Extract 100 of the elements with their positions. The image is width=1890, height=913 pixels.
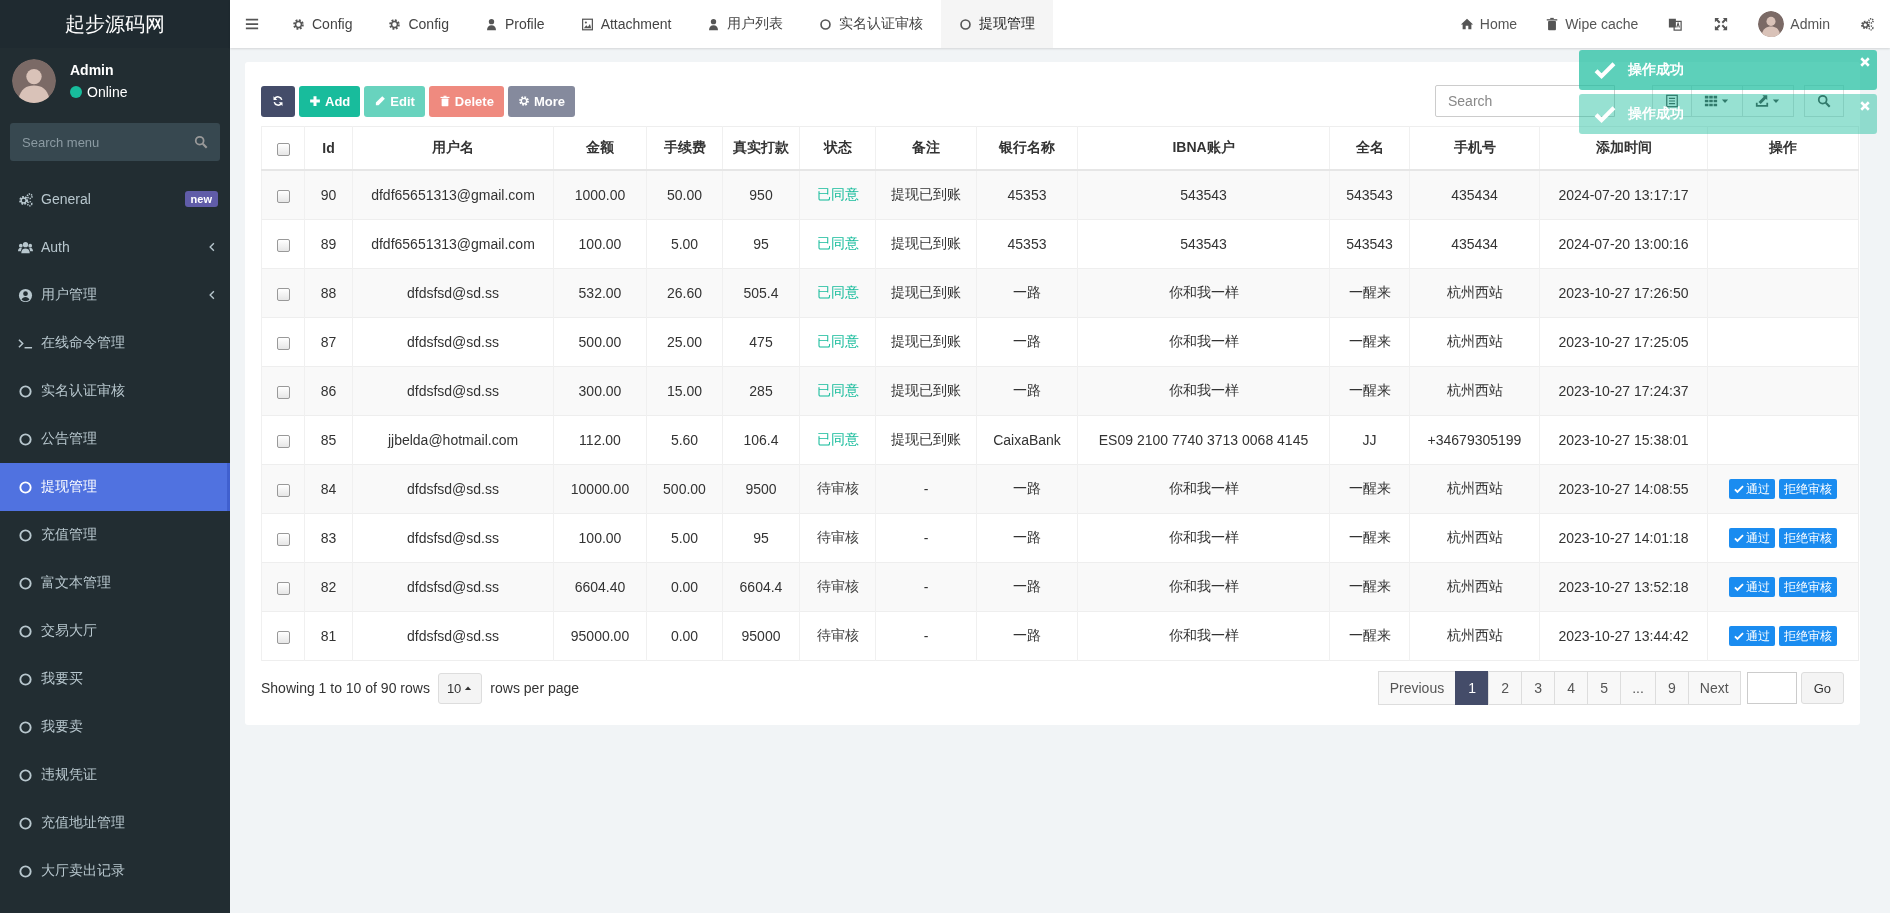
- pagination-summary: Showing 1 to 10 of 90 rows: [261, 680, 430, 696]
- sidebar-item[interactable]: 富文本管理: [0, 559, 230, 607]
- row-checkbox[interactable]: [276, 189, 290, 203]
- user-menu[interactable]: Admin: [1744, 0, 1844, 48]
- nav-link[interactable]: Wipe cache: [1531, 0, 1653, 48]
- trash-icon: [438, 95, 451, 107]
- table-cell: 475: [749, 334, 773, 350]
- page-button[interactable]: Next: [1687, 671, 1741, 705]
- sidebar-item[interactable]: 用户管理: [0, 271, 230, 319]
- row-checkbox[interactable]: [276, 287, 290, 301]
- column-header: 添加时间: [1595, 139, 1652, 155]
- sidebar-item[interactable]: 在线命令管理: [0, 319, 230, 367]
- sidebar-item[interactable]: 充值管理: [0, 511, 230, 559]
- table-cell: 已同意: [816, 235, 859, 251]
- column-header: 手续费: [663, 139, 706, 155]
- circle-icon: [819, 17, 833, 31]
- grid-icon: [1704, 94, 1718, 108]
- column-header: 状态: [823, 139, 852, 155]
- table-cell: 你和我一样: [1168, 284, 1239, 300]
- table-cell: 提现已到账: [891, 333, 961, 349]
- sidebar-item[interactable]: 公告管理: [0, 415, 230, 463]
- table-cell: 505.4: [743, 285, 779, 301]
- row-checkbox[interactable]: [276, 532, 290, 546]
- tab[interactable]: Config: [370, 0, 467, 48]
- page-button[interactable]: 4: [1554, 671, 1589, 705]
- fullscreen-icon[interactable]: [1714, 17, 1729, 31]
- check-icon: [1734, 484, 1744, 494]
- page-button[interactable]: 2: [1488, 671, 1523, 705]
- row-checkbox[interactable]: [276, 434, 290, 448]
- page-jump-field[interactable]: [1746, 672, 1797, 704]
- table-cell: 543543: [1346, 236, 1393, 252]
- row-checkbox[interactable]: [276, 238, 290, 252]
- search-field[interactable]: Search menu: [10, 123, 220, 161]
- tab[interactable]: 用户列表: [689, 0, 802, 48]
- circle-icon: [18, 767, 33, 783]
- row-checkbox[interactable]: [276, 385, 290, 399]
- sidebar-item[interactable]: 提现管理: [0, 463, 230, 511]
- close-icon[interactable]: [1859, 100, 1871, 112]
- page-button[interactable]: 1: [1455, 671, 1490, 705]
- row-checkbox[interactable]: [276, 483, 290, 497]
- table-cell: dfdf65651313@gmail.com: [371, 187, 535, 203]
- page-button[interactable]: 9: [1654, 671, 1689, 705]
- table-cell: 你和我一样: [1168, 578, 1239, 594]
- gear-icon: [292, 17, 305, 31]
- gears-icon[interactable]: [1860, 17, 1874, 31]
- page-size-dropdown[interactable]: 10: [437, 672, 483, 704]
- table-cell: 杭州西站: [1446, 627, 1503, 643]
- go-button[interactable]: Go: [1800, 672, 1844, 704]
- user-status: Online: [87, 84, 128, 100]
- nav-link[interactable]: Home: [1445, 0, 1532, 48]
- circle-icon: [18, 623, 33, 639]
- page-button[interactable]: ...: [1620, 671, 1656, 705]
- sidebar-item[interactable]: 实名认证审核: [0, 367, 230, 415]
- sidebar-item[interactable]: General new: [0, 175, 230, 223]
- table-cell: dfdsfsd@sd.ss: [407, 628, 499, 644]
- table-cell: 6604.4: [739, 579, 783, 595]
- sidebar-item[interactable]: 充值地址管理: [0, 799, 230, 847]
- table-cell: 5.60: [670, 432, 699, 448]
- table-cell: 已同意: [816, 186, 859, 202]
- search-field[interactable]: Search: [1435, 85, 1615, 117]
- page-button[interactable]: 3: [1521, 671, 1556, 705]
- sidebar-item[interactable]: 我要卖: [0, 703, 230, 751]
- close-icon[interactable]: [1859, 56, 1871, 68]
- circle-icon: [959, 17, 973, 31]
- table-cell: 81: [320, 628, 337, 644]
- refresh-button[interactable]: [261, 85, 295, 117]
- circle-icon: [18, 575, 33, 591]
- translate-icon[interactable]: [1668, 17, 1683, 31]
- table-cell: jjbelda@hotmail.com: [387, 432, 519, 448]
- row-checkbox[interactable]: [276, 630, 290, 644]
- sidebar-item[interactable]: 我要买: [0, 655, 230, 703]
- tab[interactable]: Config: [274, 0, 371, 48]
- table-cell: 0.00: [670, 579, 699, 595]
- select-all-checkbox[interactable]: [276, 142, 290, 156]
- sidebar-item[interactable]: 交易大厅: [0, 607, 230, 655]
- page-button[interactable]: Previous: [1377, 671, 1457, 705]
- sidebar-item[interactable]: 大厅卖出记录: [0, 847, 230, 895]
- menu-icon[interactable]: [245, 17, 259, 31]
- page-button[interactable]: 5: [1587, 671, 1622, 705]
- table-cell: 106.4: [743, 432, 779, 448]
- tab[interactable]: 实名认证审核: [801, 0, 942, 48]
- table-cell: 83: [320, 530, 337, 546]
- tab[interactable]: Profile: [466, 0, 563, 48]
- search-icon: [1817, 94, 1831, 108]
- table-cell: 2023-10-27 13:44:42: [1558, 628, 1689, 644]
- tab[interactable]: Attachment: [562, 0, 690, 48]
- row-checkbox[interactable]: [276, 336, 290, 350]
- table-cell: 你和我一样: [1168, 333, 1239, 349]
- tab[interactable]: 提现管理: [941, 0, 1054, 48]
- sidebar-item[interactable]: 违规凭证: [0, 751, 230, 799]
- check-icon: [1594, 59, 1616, 81]
- row-checkbox[interactable]: [276, 581, 290, 595]
- table-cell: -: [923, 481, 929, 497]
- table-cell: 84: [320, 481, 337, 497]
- table-cell: 一路: [1013, 578, 1041, 594]
- table-cell: 提现已到账: [891, 382, 961, 398]
- table-cell: 一路: [1013, 480, 1041, 496]
- sidebar-item[interactable]: Auth: [0, 223, 230, 271]
- table-cell: 1000.00: [574, 187, 626, 203]
- table-cell: 一醒来: [1348, 578, 1391, 594]
